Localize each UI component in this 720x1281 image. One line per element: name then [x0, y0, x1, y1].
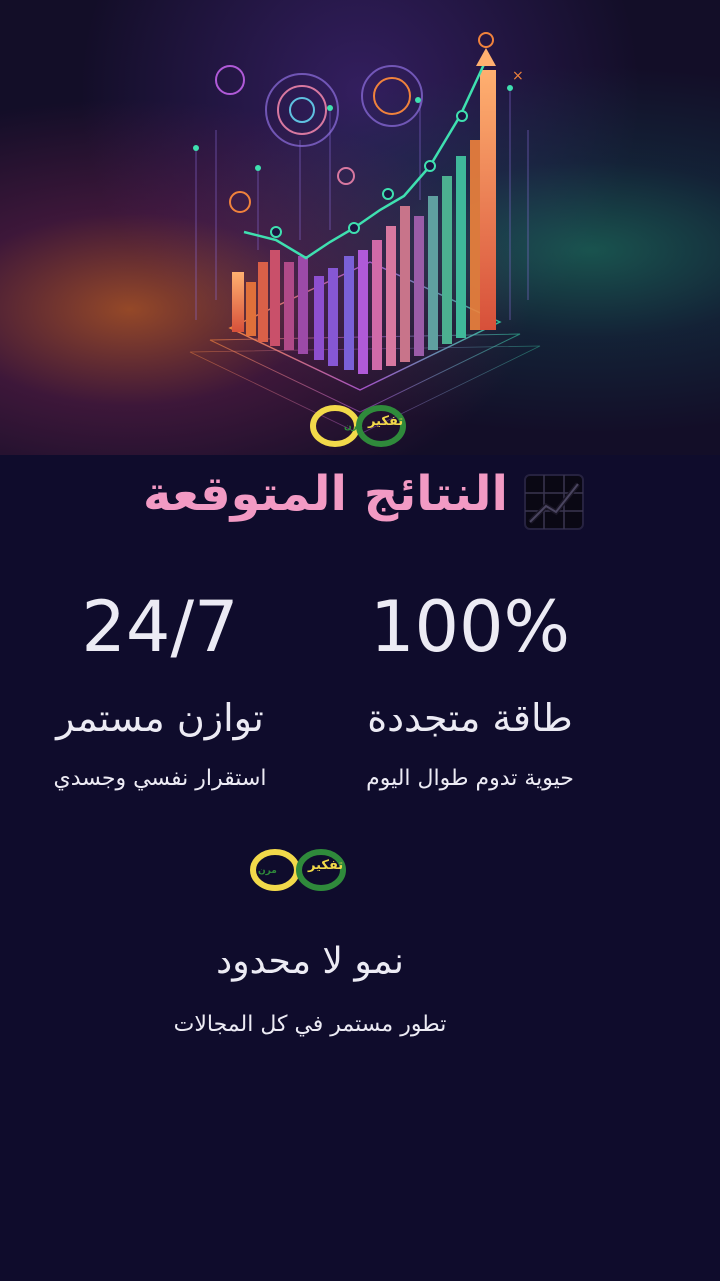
growth-chart-illustration: × [0, 32, 720, 435]
stat-value: 24/7 [81, 586, 239, 668]
brand-name: تفكير [308, 858, 344, 873]
stat-description: استقرار نفسي وجسدي [53, 766, 267, 791]
stat-label: توازن مستمر [56, 696, 264, 740]
brand-logo: تفكير مرن [306, 398, 410, 454]
svg-text:×: × [512, 68, 524, 84]
brand-tagline: مرن [344, 422, 363, 432]
growth-description: تطور مستمر في كل المجالات [173, 1012, 447, 1037]
stat-description: حيوية تدوم طوال اليوم [366, 766, 574, 791]
growth-title: نمو لا محدود [216, 941, 404, 982]
stat-label: طاقة متجددة [367, 696, 573, 740]
hero-illustration: × [0, 0, 720, 455]
section-title: النتائج المتوقعة [143, 466, 508, 522]
stat-value: 100% [369, 586, 571, 668]
brand-tagline: مرن [258, 866, 277, 876]
section-header: النتائج المتوقعة [0, 466, 720, 536]
brand-name: تفكير [368, 414, 404, 429]
chart-increasing-icon [524, 474, 584, 530]
brand-logo: تفكير مرن [246, 842, 350, 898]
